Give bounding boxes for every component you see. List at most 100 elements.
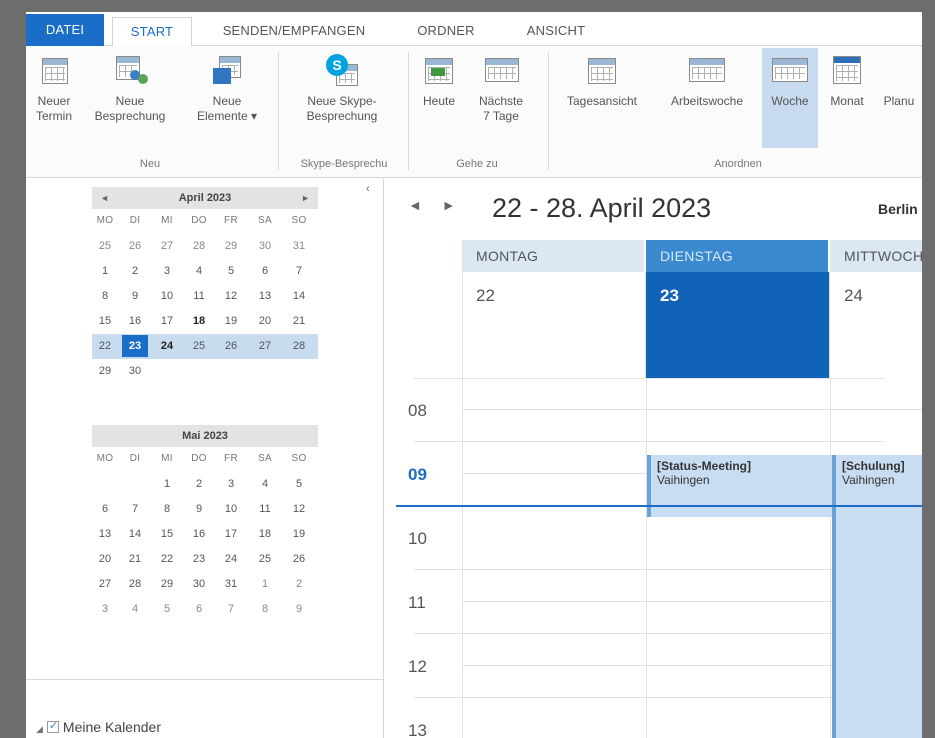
mini-calendar-day[interactable]: 15 [154, 523, 180, 545]
mini-calendar-day[interactable]: 23 [186, 548, 212, 570]
next-week-icon[interactable]: ► [442, 197, 456, 213]
new-skype-meeting-button[interactable]: S Neue Skype- Besprechung [286, 54, 398, 124]
mini-calendar-day[interactable]: 4 [122, 598, 148, 620]
mini-calendar-day[interactable]: 30 [186, 573, 212, 595]
mini-calendar-day[interactable]: 19 [286, 523, 312, 545]
my-calendars-folder[interactable]: ◢ ✓ Meine Kalender [36, 719, 161, 735]
mini-calendar-day[interactable]: 30 [252, 235, 278, 257]
mini-calendar-day[interactable]: 27 [154, 235, 180, 257]
day-all-day-wednesday[interactable]: 24 [830, 272, 922, 378]
tab-file[interactable]: DATEI [26, 14, 104, 46]
mini-calendar-day[interactable]: 1 [154, 473, 180, 495]
previous-week-icon[interactable]: ◄ [408, 197, 422, 213]
day-all-day-tuesday[interactable]: 23 [646, 272, 830, 378]
mini-calendar-day[interactable]: 20 [252, 310, 278, 332]
mini-calendar-day[interactable]: 18 [252, 523, 278, 545]
mini-calendar-day[interactable]: 3 [154, 260, 180, 282]
collapse-pane-icon[interactable]: ‹ [366, 183, 370, 195]
mini-calendar-day[interactable]: 4 [186, 260, 212, 282]
mini-calendar-day[interactable]: 10 [218, 498, 244, 520]
mini-calendar-day[interactable]: 11 [252, 498, 278, 520]
month-view-button[interactable]: Monat [822, 54, 872, 109]
mini-calendar-day[interactable]: 13 [252, 285, 278, 307]
mini-calendar-day[interactable]: 7 [122, 498, 148, 520]
mini-calendar-day[interactable]: 1 [252, 573, 278, 595]
mini-calendar-day[interactable]: 2 [286, 573, 312, 595]
mini-calendar-day[interactable]: 17 [154, 310, 180, 332]
mini-calendar-day[interactable]: 29 [154, 573, 180, 595]
mini-calendar-day[interactable]: 6 [92, 498, 118, 520]
schedule-view-button[interactable]: Planu [876, 54, 922, 109]
checkbox[interactable]: ✓ [46, 720, 59, 733]
day-header-tuesday[interactable]: DIENSTAG [646, 240, 828, 272]
event-status-meeting[interactable]: [Status-Meeting] Vaihingen [647, 455, 837, 517]
mini-calendar-day[interactable]: 26 [286, 548, 312, 570]
today-button[interactable]: Heute [416, 54, 462, 109]
mini-calendar-day[interactable]: 24 [218, 548, 244, 570]
mini-calendar-day[interactable]: 1 [92, 260, 118, 282]
mini-calendar-day[interactable]: 27 [92, 573, 118, 595]
mini-calendar-day[interactable]: 7 [286, 260, 312, 282]
mini-calendar-day[interactable]: 31 [286, 235, 312, 257]
mini-calendar-day[interactable]: 16 [186, 523, 212, 545]
mini-calendar-day[interactable]: 8 [252, 598, 278, 620]
mini-calendar-day[interactable]: 20 [92, 548, 118, 570]
mini-calendar-day[interactable]: 9 [122, 285, 148, 307]
new-meeting-button[interactable]: Neue Besprechung [84, 54, 176, 124]
mini-calendar-day[interactable]: 2 [122, 260, 148, 282]
mini-calendar-day[interactable]: 21 [122, 548, 148, 570]
mini-calendar-day[interactable]: 25 [92, 235, 118, 257]
mini-calendar-day[interactable]: 30 [122, 360, 148, 382]
mini-calendar-day[interactable]: 8 [92, 285, 118, 307]
mini-calendar-day[interactable]: 11 [186, 285, 212, 307]
next-7-days-button[interactable]: Nächste 7 Tage [466, 54, 536, 124]
day-all-day-monday[interactable]: 22 [462, 272, 646, 378]
mini-calendar-day[interactable]: 9 [186, 498, 212, 520]
mini-calendar-day[interactable]: 5 [218, 260, 244, 282]
event-schulung[interactable]: [Schulung] Vaihingen [832, 455, 922, 738]
mini-calendar-day[interactable]: 13 [92, 523, 118, 545]
mini-calendar-day[interactable]: 8 [154, 498, 180, 520]
tab-folder[interactable]: ORDNER [406, 17, 486, 46]
mini-calendar-day[interactable]: 31 [218, 573, 244, 595]
mini-calendar-day[interactable]: 22 [154, 548, 180, 570]
mini-calendar-day[interactable]: 28 [186, 235, 212, 257]
work-week-button[interactable]: Arbeitswoche [654, 54, 760, 109]
mini-calendar-day[interactable]: 3 [92, 598, 118, 620]
mini-calendar-day[interactable]: 27 [252, 335, 278, 357]
mini-calendar-day[interactable]: 12 [286, 498, 312, 520]
mini-calendar-day[interactable]: 5 [286, 473, 312, 495]
tab-send-receive[interactable]: SENDEN/EMPFANGEN [202, 17, 386, 46]
new-items-button[interactable]: Neue Elemente ▾ [184, 54, 270, 124]
mini-calendar-day[interactable]: 24 [154, 335, 180, 357]
mini-calendar-day[interactable]: 26 [122, 235, 148, 257]
prev-month-icon[interactable]: ◄ [100, 187, 109, 209]
mini-calendar-day[interactable]: 17 [218, 523, 244, 545]
mini-calendar-day[interactable]: 29 [218, 235, 244, 257]
mini-calendar-day[interactable]: 19 [218, 310, 244, 332]
new-appointment-button[interactable]: Neuer Termin [30, 54, 78, 124]
mini-calendar-day[interactable]: 28 [286, 335, 312, 357]
week-view-button[interactable]: Woche [762, 48, 818, 148]
mini-calendar-day[interactable]: 29 [92, 360, 118, 382]
weather-location[interactable]: Berlin [878, 201, 918, 217]
mini-calendar-day[interactable]: 15 [92, 310, 118, 332]
tab-view[interactable]: ANSICHT [510, 17, 602, 46]
mini-calendar-day[interactable]: 25 [186, 335, 212, 357]
day-header-monday[interactable]: MONTAG [462, 240, 644, 272]
mini-calendar-day[interactable]: 12 [218, 285, 244, 307]
mini-calendar-day[interactable]: 26 [218, 335, 244, 357]
mini-calendar-day[interactable]: 21 [286, 310, 312, 332]
mini-calendar-day[interactable]: 3 [218, 473, 244, 495]
mini-calendar-day[interactable]: 28 [122, 573, 148, 595]
mini-calendar-day[interactable]: 2 [186, 473, 212, 495]
day-view-button[interactable]: Tagesansicht [554, 54, 650, 109]
mini-calendar-day[interactable]: 14 [286, 285, 312, 307]
mini-calendar-day[interactable]: 4 [252, 473, 278, 495]
mini-calendar-day[interactable]: 16 [122, 310, 148, 332]
mini-calendar-day[interactable]: 23 [122, 335, 148, 357]
tab-start[interactable]: START [112, 17, 192, 47]
mini-calendar-day[interactable]: 7 [218, 598, 244, 620]
mini-calendar-day[interactable]: 6 [186, 598, 212, 620]
mini-calendar-day[interactable]: 5 [154, 598, 180, 620]
